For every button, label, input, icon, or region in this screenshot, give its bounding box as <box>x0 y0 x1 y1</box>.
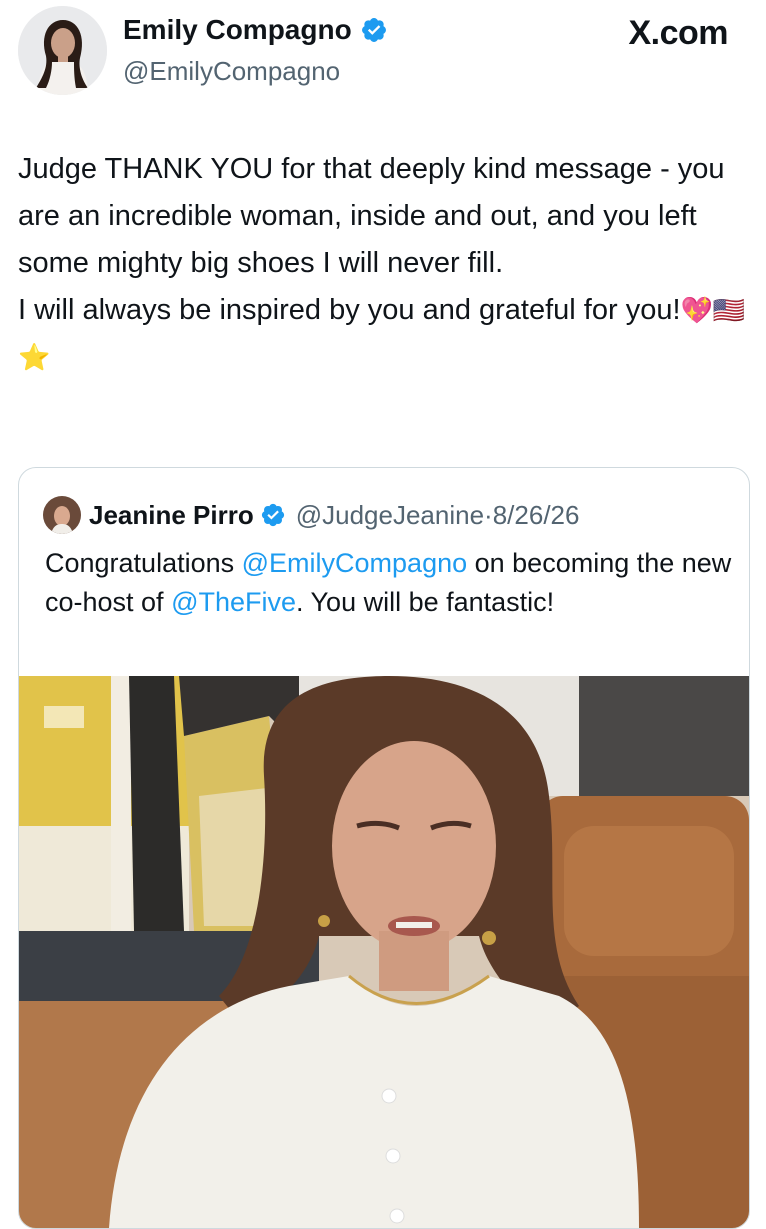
quoted-tweet-text: Congratulations @EmilyCompagno on becomi… <box>45 544 735 622</box>
verified-badge-icon <box>261 503 284 527</box>
quoted-author-name[interactable]: Jeanine Pirro <box>89 500 254 531</box>
author-handle[interactable]: @EmilyCompagno <box>123 56 340 87</box>
tweet-text-paragraph-1: Judge THANK YOU for that deeply kind mes… <box>18 153 725 279</box>
verified-badge-icon <box>361 18 386 42</box>
source-watermark: X.com <box>628 14 728 52</box>
mention-link-emily[interactable]: @EmilyCompagno <box>242 548 468 578</box>
mention-link-thefive[interactable]: @TheFive <box>171 587 296 617</box>
author-name[interactable]: Emily Compagno <box>123 14 352 46</box>
quoted-video-thumbnail[interactable] <box>19 676 749 1228</box>
meta-separator: · <box>484 499 493 530</box>
quoted-tweet-card[interactable]: Jeanine Pirro @JudgeJeanine · 8/26/26 Co… <box>18 467 750 1229</box>
author-name-row[interactable]: Emily Compagno <box>123 14 388 46</box>
author-avatar[interactable] <box>18 6 107 95</box>
quoted-author-handle[interactable]: @JudgeJeanine <box>296 500 484 531</box>
quoted-text-after: . You will be fantastic! <box>296 587 555 617</box>
quoted-tweet-header: Jeanine Pirro @JudgeJeanine · 8/26/26 <box>43 496 579 534</box>
quoted-tweet-date[interactable]: 8/26/26 <box>493 500 580 531</box>
tweet-text-line-2: I will always be inspired by you and gra… <box>18 294 681 326</box>
quoted-text-before: Congratulations <box>45 548 242 578</box>
tweet-text-paragraph-2: I will always be inspired by you and gra… <box>18 287 748 381</box>
tweet-text: Judge THANK YOU for that deeply kind mes… <box>18 146 748 381</box>
quoted-author-avatar[interactable] <box>43 496 81 534</box>
